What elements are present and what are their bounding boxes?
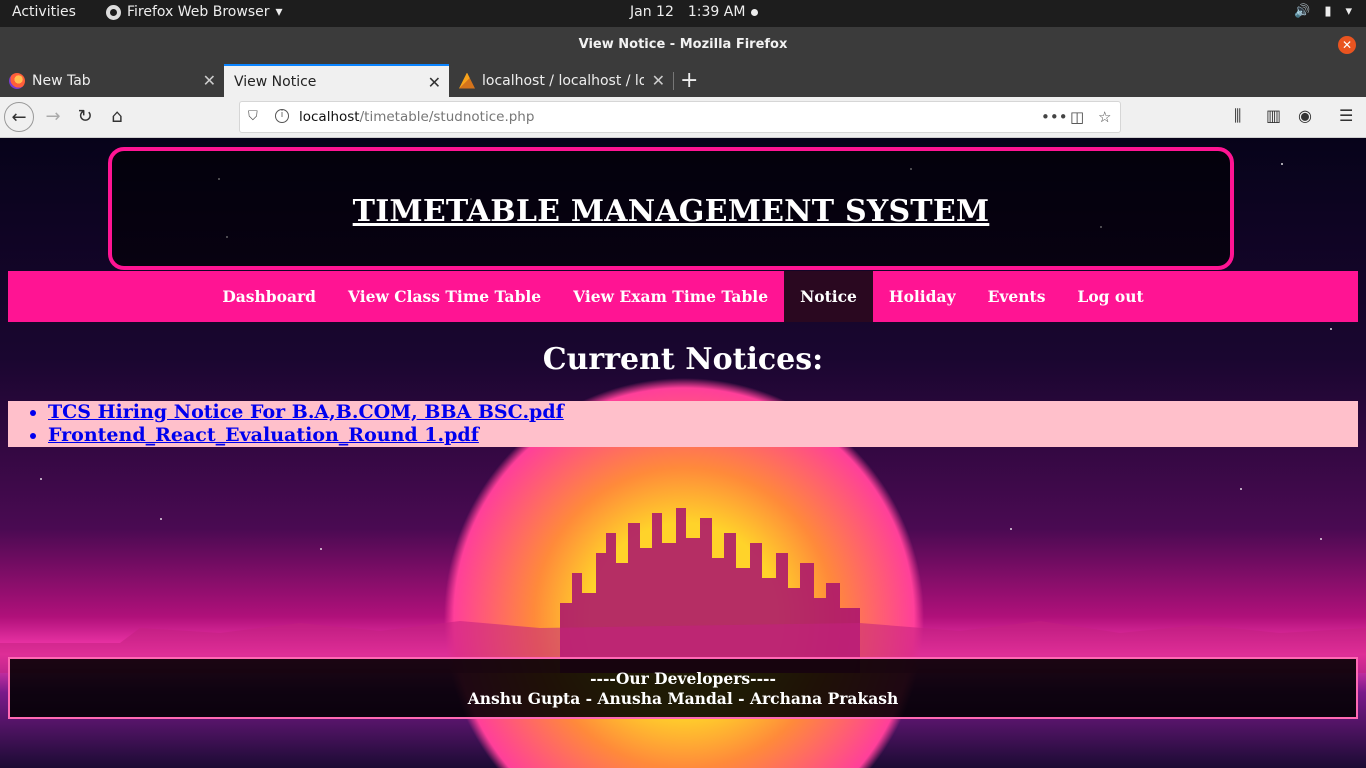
close-tab-icon[interactable]: ✕ xyxy=(203,71,216,90)
tab-label: localhost / localhost / logi xyxy=(482,72,644,89)
sidebar-icon[interactable]: ▥ xyxy=(1266,106,1281,125)
tab-strip: New Tab ✕ View Notice ✕ localhost / loca… xyxy=(0,64,1366,97)
list-item: TCS Hiring Notice For B.A,B.COM, BBA BSC… xyxy=(48,401,1358,424)
pocket-icon[interactable]: ◫ xyxy=(1070,108,1084,126)
chevron-down-icon: ▾ xyxy=(1345,4,1352,19)
tab-separator xyxy=(673,72,674,90)
home-button[interactable]: ⌂ xyxy=(102,102,132,132)
tab-phpmyadmin[interactable]: localhost / localhost / logi ✕ xyxy=(449,64,673,97)
navigation-toolbar: ← → ↻ ⌂ ⛉ i localhost/timetable/studnoti… xyxy=(0,97,1366,138)
clock-time: 1:39 AM xyxy=(687,4,746,20)
firefox-favicon-icon xyxy=(9,72,25,89)
url-path: /timetable/studnotice.php xyxy=(359,109,535,125)
new-tab-button[interactable]: + xyxy=(680,68,698,93)
battery-icon: ▮ xyxy=(1324,4,1332,19)
notice-link[interactable]: Frontend_React_Evaluation_Round 1.pdf xyxy=(48,424,479,446)
clock-date: Jan 12 xyxy=(630,4,674,20)
notice-link[interactable]: TCS Hiring Notice For B.A,B.COM, BBA BSC… xyxy=(48,401,564,423)
forward-button[interactable]: → xyxy=(38,102,68,132)
url-bar[interactable]: ⛉ i localhost/timetable/studnotice.php •… xyxy=(239,101,1121,133)
app-menu[interactable]: Firefox Web Browser ▾ xyxy=(106,4,283,20)
site-header: TIMETABLE MANAGEMENT SYSTEM xyxy=(108,147,1234,270)
clock[interactable]: Jan 12 1:39 AM xyxy=(630,4,759,20)
phpmyadmin-favicon-icon xyxy=(459,72,475,89)
menu-item-log-out[interactable]: Log out xyxy=(1061,271,1159,322)
site-info-icon[interactable]: i xyxy=(275,109,289,123)
system-menu[interactable]: 🔊 ▮ ▾ xyxy=(1294,4,1352,19)
firefox-icon xyxy=(106,4,121,20)
chevron-down-icon: ▾ xyxy=(275,4,283,20)
account-icon[interactable]: ◉ xyxy=(1298,106,1312,125)
library-icon[interactable]: ⫼ xyxy=(1234,106,1241,126)
tracking-protection-shield-icon[interactable]: ⛉ xyxy=(248,109,258,124)
close-window-button[interactable]: ✕ xyxy=(1338,36,1356,54)
tab-label: New Tab xyxy=(32,72,91,89)
page-actions-icon[interactable]: ••• xyxy=(1041,108,1068,126)
close-tab-icon[interactable]: ✕ xyxy=(652,71,665,90)
gnome-top-bar: Activities Firefox Web Browser ▾ Jan 12 … xyxy=(0,0,1366,27)
tab-view-notice[interactable]: View Notice ✕ xyxy=(224,64,449,97)
menu-item-holiday[interactable]: Holiday xyxy=(873,271,972,322)
footer-heading: ----Our Developers---- xyxy=(590,669,776,688)
notice-list: TCS Hiring Notice For B.A,B.COM, BBA BSC… xyxy=(8,401,1358,447)
window-title: View Notice - Mozilla Firefox xyxy=(578,37,788,52)
app-menu-label: Firefox Web Browser xyxy=(127,4,270,20)
city-skyline-silhouette xyxy=(0,508,1366,673)
menu-item-notice[interactable]: Notice xyxy=(784,271,873,322)
menu-item-view-exam-time-table[interactable]: View Exam Time Table xyxy=(557,271,784,322)
site-title: TIMETABLE MANAGEMENT SYSTEM xyxy=(352,194,990,229)
volume-icon: 🔊 xyxy=(1294,4,1311,19)
page-content: TIMETABLE MANAGEMENT SYSTEM Dashboard Vi… xyxy=(0,138,1366,768)
activities-button[interactable]: Activities xyxy=(12,4,76,20)
window-titlebar: View Notice - Mozilla Firefox ✕ xyxy=(0,27,1366,64)
url-host: localhost xyxy=(299,109,360,125)
menu-item-events[interactable]: Events xyxy=(972,271,1062,322)
tab-new-tab[interactable]: New Tab ✕ xyxy=(0,64,224,97)
tab-label: View Notice xyxy=(234,73,317,90)
hamburger-menu-icon[interactable]: ☰ xyxy=(1339,106,1353,125)
notices-heading: Current Notices: xyxy=(542,342,824,377)
close-tab-icon[interactable]: ✕ xyxy=(428,73,441,92)
back-button[interactable]: ← xyxy=(4,102,34,132)
reload-button[interactable]: ↻ xyxy=(70,102,100,132)
menu-item-view-class-time-table[interactable]: View Class Time Table xyxy=(332,271,557,322)
bookmark-star-icon[interactable]: ☆ xyxy=(1098,108,1111,126)
developers-footer: ----Our Developers---- Anshu Gupta - Anu… xyxy=(8,657,1358,719)
menu-item-dashboard[interactable]: Dashboard xyxy=(206,271,332,322)
url-text[interactable]: localhost/timetable/studnotice.php xyxy=(299,109,534,125)
list-item: Frontend_React_Evaluation_Round 1.pdf xyxy=(48,424,1358,447)
notification-dot-icon xyxy=(751,8,759,16)
main-menu: Dashboard View Class Time Table View Exa… xyxy=(8,271,1358,322)
footer-developers: Anshu Gupta - Anusha Mandal - Archana Pr… xyxy=(467,689,899,708)
